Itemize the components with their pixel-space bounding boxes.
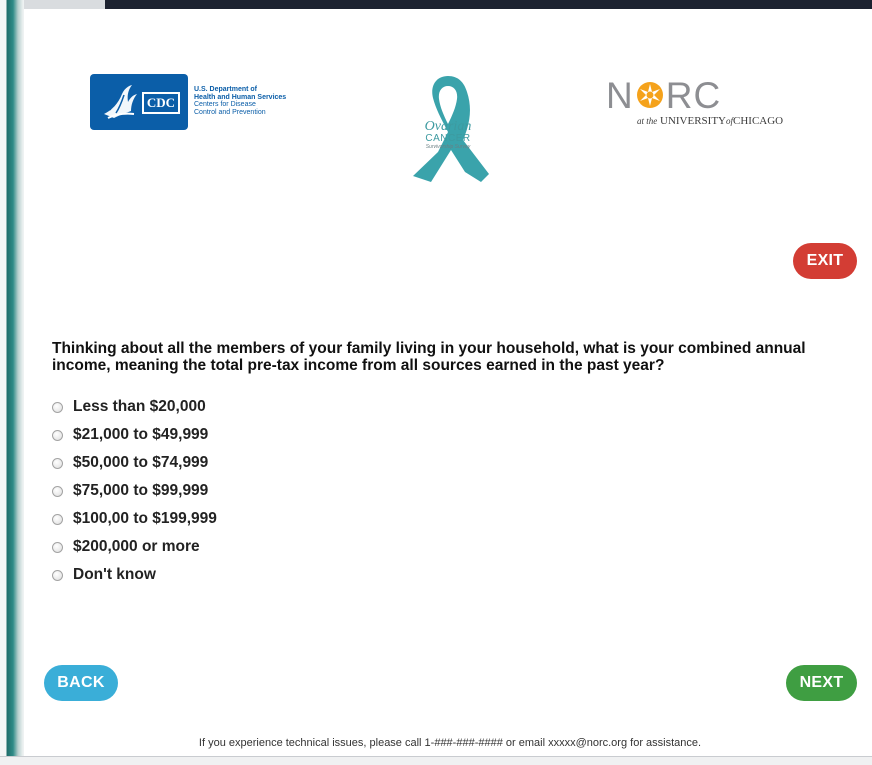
hhs-line-1: U.S. Department of: [194, 86, 258, 93]
next-button[interactable]: NEXT: [786, 665, 857, 701]
norc-sub-prefix: at the: [637, 116, 658, 126]
option-label[interactable]: $200,000 or more: [73, 538, 200, 556]
option-label[interactable]: $75,000 to $99,999: [73, 482, 208, 500]
option-dont-know[interactable]: Don't know: [52, 561, 217, 589]
option-50000-74999[interactable]: $50,000 to $74,999: [52, 449, 217, 477]
option-label[interactable]: Less than $20,000: [73, 398, 206, 416]
hhs-text: U.S. Department of Health and Human Serv…: [194, 86, 324, 116]
ribbon-text: Ovarian CANCER Survivorship Survey: [405, 119, 491, 151]
option-label[interactable]: $50,000 to $74,999: [73, 454, 208, 472]
hhs-line-4: Control and Prevention: [194, 108, 266, 116]
footer-help-text: If you experience technical issues, plea…: [198, 737, 702, 749]
option-75000-99999[interactable]: $75,000 to $99,999: [52, 477, 217, 505]
ribbon-title: Ovarian: [424, 119, 472, 134]
hhs-line-2: Health and Human Services: [194, 93, 287, 101]
option-label[interactable]: $100,00 to $199,999: [73, 510, 217, 528]
option-200000-or-more[interactable]: $200,000 or more: [52, 533, 217, 561]
norc-sun-icon: [635, 78, 665, 108]
option-21000-49999[interactable]: $21,000 to $49,999: [52, 421, 217, 449]
option-label[interactable]: Don't know: [73, 566, 156, 584]
radio-button[interactable]: [52, 513, 63, 525]
window-left-edge: [0, 0, 24, 764]
back-button[interactable]: BACK: [44, 665, 118, 701]
cdc-wordmark: CDC: [142, 92, 180, 114]
radio-button[interactable]: [52, 569, 63, 581]
option-label[interactable]: $21,000 to $49,999: [73, 426, 208, 444]
norc-letter-n: N: [606, 75, 634, 116]
ribbon-caption: Survivorship Survey: [425, 144, 471, 150]
norc-subtitle: at the UNIVERSITYofCHICAGO: [637, 115, 783, 127]
norc-logo: N RC: [606, 76, 721, 116]
radio-button[interactable]: [52, 485, 63, 497]
exit-button[interactable]: EXIT: [793, 243, 857, 279]
option-less-than-20000[interactable]: Less than $20,000: [52, 393, 217, 421]
radio-button[interactable]: [52, 457, 63, 469]
cdc-logo: CDC: [90, 74, 188, 130]
radio-button[interactable]: [52, 541, 63, 553]
norc-sub-end: CHICAGO: [733, 115, 784, 127]
norc-letters-rc: RC: [665, 75, 722, 116]
hhs-eagle-icon: [104, 85, 137, 119]
norc-sub-main: UNIVERSITY: [660, 115, 726, 127]
hhs-line-3: Centers for Disease: [194, 101, 256, 108]
question-text: Thinking about all the members of your f…: [52, 340, 806, 374]
answer-options: Less than $20,000 $21,000 to $49,999 $50…: [52, 393, 217, 589]
ribbon-subtitle: CANCER: [425, 133, 471, 144]
radio-button[interactable]: [52, 429, 63, 441]
option-100000-199999[interactable]: $100,00 to $199,999: [52, 505, 217, 533]
norc-sub-of: of: [726, 116, 734, 126]
radio-button[interactable]: [52, 401, 63, 413]
window-top-bar: [105, 0, 872, 9]
